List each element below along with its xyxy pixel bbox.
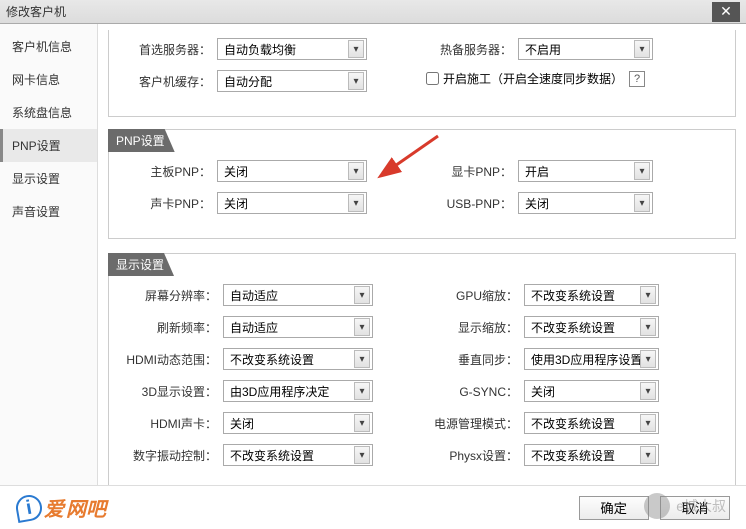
chevron-down-icon: ▾ bbox=[348, 72, 364, 90]
snd-pnp-select[interactable]: 关闭 ▾ bbox=[217, 192, 367, 214]
disp-scale-label: 显示缩放： bbox=[422, 319, 518, 336]
logo-icon: i bbox=[14, 492, 44, 522]
vibrance-select[interactable]: 不改变系统设置▾ bbox=[223, 444, 373, 466]
chevron-down-icon: ▾ bbox=[354, 446, 370, 464]
hdmi-range-label: HDMI动态范围： bbox=[121, 351, 217, 368]
close-icon: ✕ bbox=[720, 3, 732, 20]
sidebar-item-sound[interactable]: 声音设置 bbox=[0, 195, 97, 228]
chevron-down-icon: ▾ bbox=[640, 446, 656, 464]
refresh-select[interactable]: 自动适应▾ bbox=[223, 316, 373, 338]
logo: i 爱网吧 bbox=[16, 493, 106, 522]
display-legend: 显示设置 bbox=[108, 253, 174, 276]
cancel-button[interactable]: 取消 bbox=[660, 496, 730, 520]
sidebar-item-nic-info[interactable]: 网卡信息 bbox=[0, 63, 97, 96]
hdmi-snd-label: HDMI声卡： bbox=[121, 415, 217, 432]
sidebar-item-display[interactable]: 显示设置 bbox=[0, 162, 97, 195]
chevron-down-icon: ▾ bbox=[348, 162, 364, 180]
backup-server-select[interactable]: 不启用 ▾ bbox=[518, 38, 653, 60]
physx-label: Physx设置： bbox=[422, 447, 518, 464]
d3d-select[interactable]: 由3D应用程序决定▾ bbox=[223, 380, 373, 402]
chevron-down-icon: ▾ bbox=[634, 162, 650, 180]
preferred-server-label: 首选服务器： bbox=[121, 41, 211, 58]
chevron-down-icon: ▾ bbox=[640, 318, 656, 336]
physx-select[interactable]: 不改变系统设置▾ bbox=[524, 444, 659, 466]
chevron-down-icon: ▾ bbox=[354, 382, 370, 400]
pnp-legend: PNP设置 bbox=[108, 129, 175, 152]
power-label: 电源管理模式： bbox=[422, 415, 518, 432]
vsync-label: 垂直同步： bbox=[422, 351, 518, 368]
disp-scale-select[interactable]: 不改变系统设置▾ bbox=[524, 316, 659, 338]
vibrance-label: 数字振动控制： bbox=[121, 447, 217, 464]
chevron-down-icon: ▾ bbox=[354, 350, 370, 368]
construction-checkbox[interactable]: 开启施工（开启全速度同步数据） bbox=[426, 70, 623, 87]
chevron-down-icon: ▾ bbox=[354, 414, 370, 432]
gpu-scale-label: GPU缩放： bbox=[422, 287, 518, 304]
gpu-pnp-label: 显卡PNP： bbox=[422, 163, 512, 180]
pnp-fieldset: PNP设置 主板PNP： 关闭 ▾ 声卡PNP： 关闭 ▾ bbox=[108, 129, 736, 239]
chevron-down-icon: ▾ bbox=[354, 286, 370, 304]
resolution-select[interactable]: 自动适应▾ bbox=[223, 284, 373, 306]
hdmi-snd-select[interactable]: 关闭▾ bbox=[223, 412, 373, 434]
chevron-down-icon: ▾ bbox=[348, 40, 364, 58]
chevron-down-icon: ▾ bbox=[634, 40, 650, 58]
d3d-label: 3D显示设置： bbox=[121, 383, 217, 400]
chevron-down-icon: ▾ bbox=[354, 318, 370, 336]
server-section: 首选服务器： 自动负载均衡 ▾ 客户机缓存： 自动分配 ▾ bbox=[108, 30, 736, 117]
mb-pnp-label: 主板PNP： bbox=[121, 163, 211, 180]
mb-pnp-select[interactable]: 关闭 ▾ bbox=[217, 160, 367, 182]
usb-pnp-label: USB-PNP： bbox=[422, 195, 512, 212]
help-icon[interactable]: ? bbox=[629, 71, 645, 87]
preferred-server-select[interactable]: 自动负载均衡 ▾ bbox=[217, 38, 367, 60]
sidebar: 客户机信息 网卡信息 系统盘信息 PNP设置 显示设置 声音设置 bbox=[0, 24, 98, 485]
sidebar-item-sysdisk-info[interactable]: 系统盘信息 bbox=[0, 96, 97, 129]
window-title: 修改客户机 bbox=[6, 3, 66, 20]
snd-pnp-label: 声卡PNP： bbox=[121, 195, 211, 212]
client-cache-select[interactable]: 自动分配 ▾ bbox=[217, 70, 367, 92]
chevron-down-icon: ▾ bbox=[640, 414, 656, 432]
close-button[interactable]: ✕ bbox=[712, 2, 740, 22]
backup-server-label: 热备服务器： bbox=[422, 41, 512, 58]
chevron-down-icon: ▾ bbox=[640, 382, 656, 400]
display-fieldset: 显示设置 屏幕分辨率： 自动适应▾ 刷新频率： 自动适应▾ HDMI动态范围： … bbox=[108, 253, 736, 485]
gpu-pnp-select[interactable]: 开启 ▾ bbox=[518, 160, 653, 182]
power-select[interactable]: 不改变系统设置▾ bbox=[524, 412, 659, 434]
vsync-select[interactable]: 使用3D应用程序设置▾ bbox=[524, 348, 659, 370]
refresh-label: 刷新频率： bbox=[121, 319, 217, 336]
ok-button[interactable]: 确定 bbox=[579, 496, 649, 520]
usb-pnp-select[interactable]: 关闭 ▾ bbox=[518, 192, 653, 214]
gsync-select[interactable]: 关闭▾ bbox=[524, 380, 659, 402]
sidebar-item-client-info[interactable]: 客户机信息 bbox=[0, 30, 97, 63]
chevron-down-icon: ▾ bbox=[640, 350, 656, 368]
chevron-down-icon: ▾ bbox=[348, 194, 364, 212]
chevron-down-icon: ▾ bbox=[634, 194, 650, 212]
gsync-label: G-SYNC： bbox=[422, 383, 518, 400]
gpu-scale-select[interactable]: 不改变系统设置▾ bbox=[524, 284, 659, 306]
chevron-down-icon: ▾ bbox=[640, 286, 656, 304]
client-cache-label: 客户机缓存： bbox=[121, 73, 211, 90]
resolution-label: 屏幕分辨率： bbox=[121, 287, 217, 304]
hdmi-range-select[interactable]: 不改变系统设置▾ bbox=[223, 348, 373, 370]
sidebar-item-pnp[interactable]: PNP设置 bbox=[0, 129, 97, 162]
